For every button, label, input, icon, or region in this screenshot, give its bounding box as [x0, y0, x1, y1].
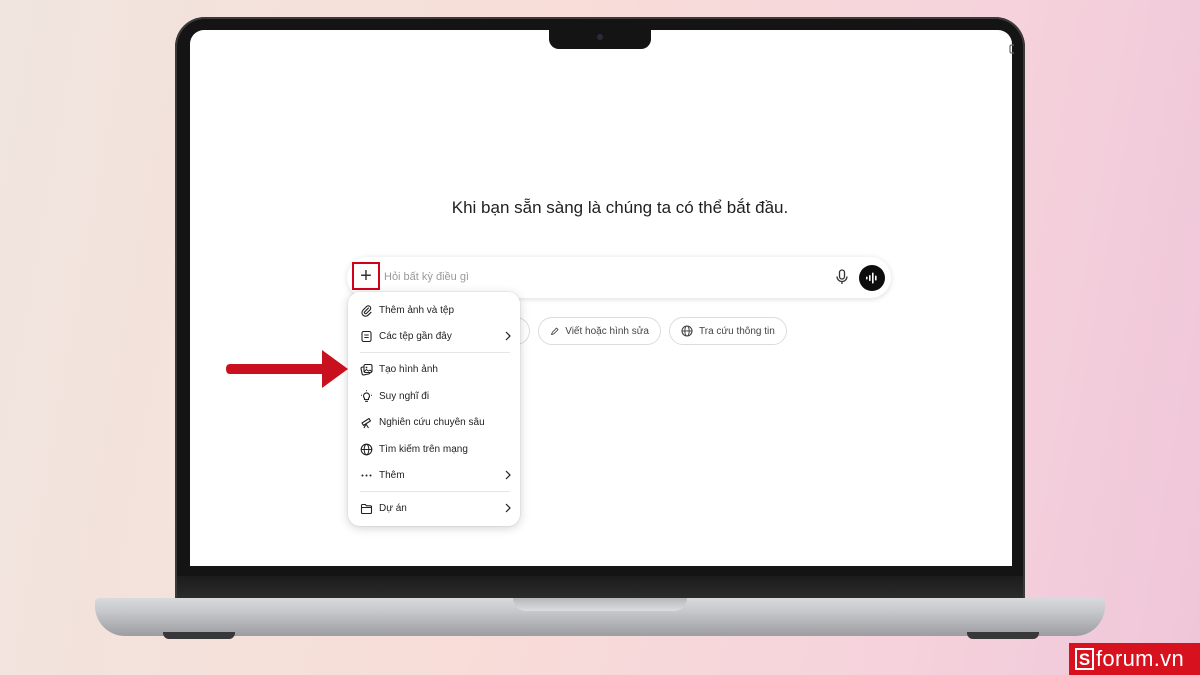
- laptop-foot-right: [967, 632, 1039, 639]
- menu-item-label: Nghiên cứu chuyên sâu: [379, 416, 485, 428]
- add-attachment-button[interactable]: +: [352, 262, 380, 290]
- lightbulb-icon: [361, 389, 372, 402]
- laptop-foot-left: [163, 632, 235, 639]
- brand-mark: S: [1075, 648, 1094, 670]
- chevron-right-icon: [505, 503, 511, 513]
- camera-icon: [597, 34, 603, 40]
- brand-text: forum.vn: [1096, 646, 1184, 671]
- microphone-icon: [836, 269, 848, 284]
- menu-item-label: Thêm ảnh và tệp: [379, 304, 455, 316]
- suggestion-chip-lookup[interactable]: Tra cứu thông tin: [669, 317, 787, 345]
- voice-mode-button[interactable]: [859, 265, 885, 291]
- menu-item-create-image[interactable]: Tạo hình ảnh: [360, 359, 512, 379]
- telescope-icon: [361, 417, 372, 428]
- globe-icon: [360, 443, 373, 455]
- microphone-button[interactable]: [834, 268, 850, 286]
- menu-item-label: Các tệp gần đây: [379, 330, 452, 342]
- suggestion-chip-write[interactable]: Viết hoặc hình sửa: [538, 317, 661, 345]
- paperclip-icon: [361, 304, 372, 317]
- file-icon: [361, 330, 372, 342]
- menu-item-web-search[interactable]: Tìm kiếm trên mạng: [360, 439, 512, 459]
- menu-item-projects[interactable]: Dự án: [360, 498, 512, 518]
- annotation-arrow-icon: [226, 350, 348, 388]
- menu-item-think[interactable]: Suy nghĩ đi: [360, 386, 512, 406]
- menu-item-label: Dự án: [379, 502, 407, 514]
- menu-item-label: Suy nghĩ đi: [379, 390, 430, 402]
- chevron-right-icon: [505, 470, 511, 480]
- menu-item-more[interactable]: Thêm: [360, 465, 512, 485]
- pencil-icon: [551, 327, 559, 335]
- edit-icon[interactable]: [1006, 43, 1014, 55]
- laptop-opening-lip: [513, 598, 687, 611]
- menu-divider: [360, 491, 510, 492]
- image-icon: [360, 363, 373, 376]
- menu-item-recent-files[interactable]: Các tệp gần đây: [360, 326, 512, 346]
- page-title: Khi bạn sẵn sàng là chúng ta có thể bắt …: [451, 198, 789, 217]
- suggestion-label: Viết hoặc hình sửa: [565, 325, 649, 337]
- folder-icon: [360, 503, 373, 514]
- globe-icon: [681, 325, 693, 337]
- menu-item-deep-research[interactable]: Nghiên cứu chuyên sâu: [360, 412, 512, 432]
- prompt-input[interactable]: [384, 268, 804, 286]
- menu-item-label: Thêm: [379, 469, 405, 481]
- more-dots-icon: [361, 474, 372, 476]
- menu-item-label: Tìm kiếm trên mạng: [379, 443, 468, 455]
- chevron-right-icon: [505, 331, 511, 341]
- menu-item-label: Tạo hình ảnh: [379, 363, 438, 375]
- menu-divider: [360, 352, 510, 353]
- plus-icon: +: [360, 265, 372, 287]
- laptop-screen: [190, 30, 1012, 566]
- soundwave-icon: [866, 272, 877, 284]
- menu-item-add-photos-files[interactable]: Thêm ảnh và tệp: [360, 300, 512, 320]
- laptop-chin: [177, 576, 1023, 598]
- suggestion-label: Tra cứu thông tin: [699, 325, 775, 337]
- sforum-logo: S forum.vn: [1069, 643, 1200, 675]
